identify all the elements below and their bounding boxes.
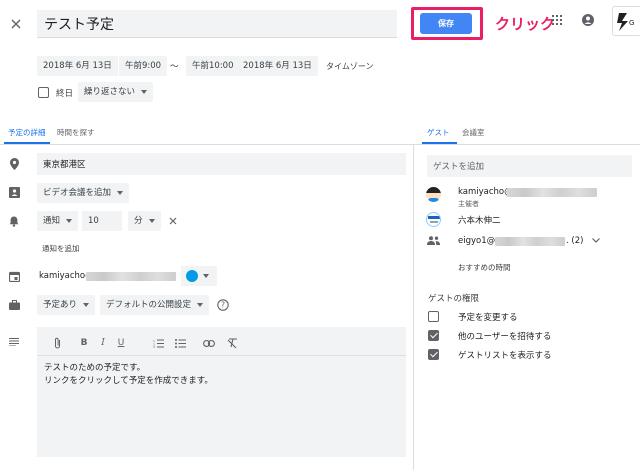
close-icon[interactable] <box>6 14 26 34</box>
calendar-color-dot <box>186 270 198 282</box>
calendar-owner-blurred <box>86 272 176 281</box>
location-pin-icon <box>7 157 21 171</box>
guest-count-3: . (2) <box>566 236 584 246</box>
guest-name-3: eigyo1@ <box>458 236 496 246</box>
suggested-times-link[interactable]: おすすめの時間 <box>458 262 511 273</box>
notification-value-text: 10 <box>88 216 99 226</box>
underline-icon[interactable]: U <box>114 336 128 350</box>
editor-toolbar-divider <box>37 355 406 356</box>
guest-permissions-title: ゲストの権限 <box>428 294 480 304</box>
italic-icon[interactable]: I <box>96 336 110 350</box>
clear-formatting-icon[interactable] <box>225 336 239 350</box>
tab-guests[interactable]: ゲスト <box>427 127 450 138</box>
notification-value-input[interactable]: 10 <box>82 211 122 231</box>
end-date[interactable]: 2018年 6月 13日 <box>237 56 318 76</box>
tab-rooms[interactable]: 会議室 <box>462 127 485 138</box>
description-line-2: リンクをクリックして予定を作成できます。 <box>44 376 213 386</box>
bell-icon <box>7 214 21 228</box>
allday-checkbox[interactable] <box>38 87 49 98</box>
save-button-label: 保存 <box>438 19 454 28</box>
company-logo: G <box>612 6 640 36</box>
tab-details[interactable]: 予定の詳細 <box>8 127 46 138</box>
permission-label-2: 他のユーザーを招待する <box>458 332 552 342</box>
title-text: テスト予定 <box>44 17 114 33</box>
time-separator: 〜 <box>170 62 179 72</box>
calendar-icon <box>7 269 21 283</box>
notification-icon[interactable] <box>580 12 596 28</box>
add-notification-link[interactable]: 通知を追加 <box>42 243 80 254</box>
start-date[interactable]: 2018年 6月 13日 <box>37 56 118 76</box>
numbered-list-icon[interactable]: 123 <box>151 336 165 350</box>
guest-name-2: 六本木伸二 <box>458 216 501 226</box>
click-annotation: クリック <box>495 15 556 33</box>
chevron-down-icon <box>203 274 209 278</box>
permission-label-3: ゲストリストを表示する <box>458 351 552 361</box>
location-input[interactable]: 東京都港区 <box>37 153 406 175</box>
svg-text:3: 3 <box>153 345 155 348</box>
guest-avatar-1 <box>426 187 441 202</box>
availability-dropdown[interactable]: 予定あり <box>37 295 96 315</box>
guest-name-1: kamiyacho@ <box>458 187 513 197</box>
briefcase-icon <box>7 298 21 312</box>
svg-text:?: ? <box>221 301 225 310</box>
remove-notification-icon[interactable] <box>166 214 180 228</box>
panel-divider <box>413 144 414 470</box>
guest-email-blurred-3 <box>495 237 565 246</box>
permission-checkbox-2[interactable] <box>428 330 439 341</box>
svg-text:G: G <box>629 19 634 27</box>
group-icon <box>426 233 441 248</box>
bold-icon[interactable]: B <box>77 336 91 350</box>
allday-label: 終日 <box>56 89 74 99</box>
bulleted-list-icon[interactable] <box>173 336 187 350</box>
attachment-icon[interactable] <box>50 336 64 350</box>
start-time[interactable]: 午前9:00 <box>119 56 168 76</box>
link-icon[interactable] <box>202 336 216 350</box>
repeat-dropdown[interactable]: 繰り返さない <box>78 82 154 102</box>
visibility-dropdown[interactable]: デフォルトの公開設定 <box>100 295 210 315</box>
description-icon <box>7 335 21 349</box>
chevron-down-icon[interactable] <box>590 233 602 247</box>
guest-role-1: 主催者 <box>458 200 479 208</box>
help-icon[interactable]: ? <box>216 298 230 312</box>
permission-checkbox-3[interactable] <box>428 349 439 360</box>
permission-label-1: 予定を変更する <box>458 313 518 323</box>
location-text: 東京都港区 <box>43 160 86 170</box>
permission-checkbox-1[interactable] <box>428 311 439 322</box>
notification-type-dropdown[interactable]: 通知 <box>37 211 79 231</box>
guest-avatar-2 <box>426 212 441 227</box>
tabs-divider <box>0 144 640 145</box>
timezone-link[interactable]: タイムゾーン <box>326 61 373 72</box>
calendar-color-dropdown[interactable] <box>181 266 217 286</box>
save-button[interactable]: 保存 <box>420 13 472 34</box>
apps-grid-icon[interactable] <box>550 13 564 27</box>
add-video-conference-button[interactable]: ビデオ会議を追加 <box>37 183 130 203</box>
notification-unit-dropdown[interactable]: 分 <box>128 211 161 231</box>
description-line-1: テストのための予定です。 <box>44 363 146 373</box>
title-input[interactable]: テスト予定 <box>37 10 397 38</box>
guest-email-blurred-1 <box>507 188 597 197</box>
description-editor[interactable]: テストのための予定です。 リンクをクリックして予定を作成できます。 <box>37 327 406 457</box>
tab-find-time[interactable]: 時間を探す <box>57 127 95 138</box>
add-guest-placeholder: ゲストを追加 <box>433 162 485 172</box>
video-conference-icon <box>7 185 21 199</box>
end-time[interactable]: 午前10:00 <box>186 56 240 76</box>
add-guest-input[interactable]: ゲストを追加 <box>427 155 632 177</box>
